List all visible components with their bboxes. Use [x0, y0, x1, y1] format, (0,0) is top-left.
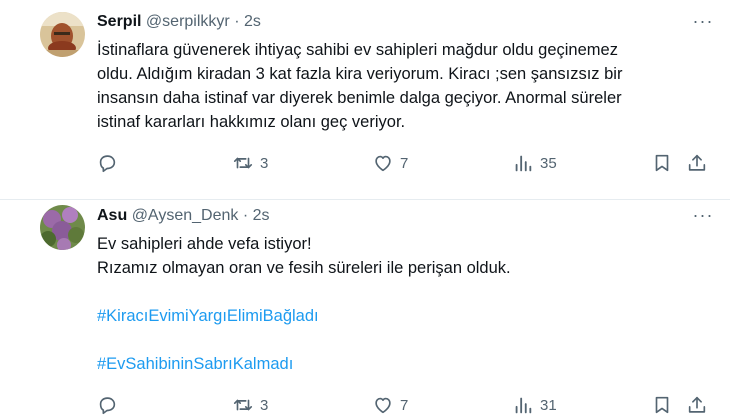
author-handle[interactable]: @serpilkkyr	[146, 13, 230, 30]
views-count: 31	[540, 396, 557, 414]
bookmark-icon	[655, 154, 669, 172]
views-button[interactable]: 35	[512, 150, 557, 176]
share-button[interactable]	[686, 150, 708, 176]
bookmark-button[interactable]	[651, 392, 673, 418]
share-icon	[688, 154, 706, 171]
tweet-text-line: İstinaflara güvenerek ihtiyaç sahibi ev …	[97, 41, 618, 59]
retweet-button[interactable]: 3	[232, 392, 268, 418]
like-count: 7	[400, 396, 409, 414]
tweet-header: Asu @Aysen_Denk · 2s	[97, 205, 270, 227]
separator-dot: ·	[242, 207, 249, 224]
tweet-text: İstinaflara güvenerek ihtiyaç sahibi ev …	[97, 38, 717, 134]
reply-icon	[99, 397, 116, 415]
bookmark-icon	[655, 396, 669, 414]
reply-button[interactable]	[96, 150, 118, 176]
heart-icon	[375, 155, 391, 172]
tweet-text: Ev sahipleri ahde vefa istiyor! Rızamız …	[97, 232, 717, 376]
views-icon	[515, 155, 532, 172]
author-handle[interactable]: @Aysen_Denk	[132, 207, 239, 224]
more-options-icon[interactable]: ···	[688, 12, 718, 34]
tweet-text-line: Rızamız olmayan oran ve fesih süreleri i…	[97, 259, 511, 277]
retweet-count: 3	[260, 154, 269, 172]
action-bar: 3 7 35	[96, 150, 716, 176]
timestamp[interactable]: 2s	[244, 13, 261, 30]
share-button[interactable]	[686, 392, 708, 418]
hashtag-link[interactable]: #EvSahibininSabrıKalmadı	[97, 352, 717, 376]
share-icon	[688, 396, 706, 413]
tweet-text-line: insansın daha istinaf var diyerek beniml…	[97, 89, 622, 107]
views-icon	[515, 397, 532, 414]
retweet-count: 3	[260, 396, 269, 414]
avatar[interactable]	[40, 205, 85, 250]
bookmark-button[interactable]	[651, 150, 673, 176]
retweet-icon	[233, 157, 253, 169]
tweet-text-line: Ev sahipleri ahde vefa istiyor!	[97, 235, 312, 253]
retweet-button[interactable]: 3	[232, 150, 268, 176]
author-name[interactable]: Serpil	[97, 13, 141, 30]
reply-button[interactable]	[96, 392, 118, 418]
like-button[interactable]: 7	[372, 150, 408, 176]
views-count: 35	[540, 154, 557, 172]
separator-dot: ·	[234, 13, 240, 30]
heart-icon	[375, 397, 391, 414]
reply-icon	[99, 155, 116, 173]
views-button[interactable]: 31	[512, 392, 557, 418]
like-button[interactable]: 7	[372, 392, 408, 418]
tweet[interactable]: Asu @Aysen_Denk · 2s ··· Ev sahipleri ah…	[0, 200, 730, 420]
avatar[interactable]	[40, 12, 85, 57]
more-options-icon[interactable]: ···	[688, 206, 718, 228]
tweet-header: Serpil @serpilkkyr · 2s	[97, 11, 261, 33]
hashtag-link[interactable]: #KiracıEvimiYargıElimiBağladı	[97, 304, 717, 328]
tweet-text-line: oldu. Aldığım kiradan 3 kat fazla kira v…	[97, 65, 623, 83]
author-name[interactable]: Asu	[97, 207, 127, 224]
tweet[interactable]: Serpil @serpilkkyr · 2s ··· İstinaflara …	[0, 0, 730, 200]
retweet-icon	[233, 399, 253, 411]
like-count: 7	[400, 154, 409, 172]
action-bar: 3 7 31	[96, 392, 716, 418]
tweet-text-line: istinaf kararları hakkımız olanı geç ver…	[97, 113, 406, 131]
timestamp[interactable]: 2s	[253, 207, 270, 224]
